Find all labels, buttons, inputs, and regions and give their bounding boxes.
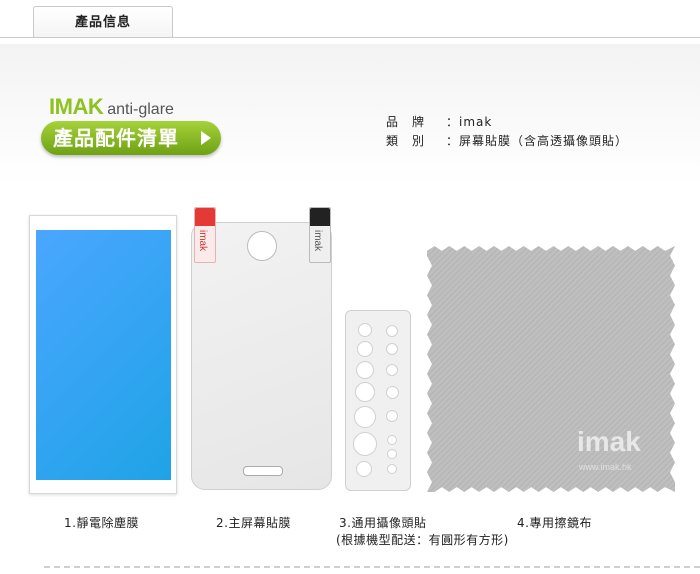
lens-sticker — [386, 364, 398, 376]
lens-sticker — [386, 410, 398, 422]
tab-red-badge — [195, 208, 215, 226]
home-button-cutout — [243, 466, 283, 476]
lens-sticker — [356, 361, 374, 379]
caption-item-3: 3.通用攝像頭貼 — [339, 516, 427, 530]
brand-tagline: anti-glare — [107, 101, 174, 118]
caption-item-3-note: (根據機型配送：有圓形有方形) — [336, 533, 509, 547]
caption-item-2: 2.主屏幕貼膜 — [216, 516, 291, 530]
info-category-row: 類 別 ：屏幕貼膜（含高透攝像頭貼） — [386, 132, 628, 149]
lens-sticker — [358, 323, 372, 337]
cloth-logo-text: imak — [577, 426, 641, 457]
protector-tab-left: imak — [194, 207, 216, 263]
banner-title: 產品配件清單 — [53, 126, 179, 150]
tab-left-logo-text: imak — [197, 230, 208, 252]
caption-item-1: 1.靜電除塵膜 — [64, 516, 139, 530]
dust-removal-film-image — [29, 215, 177, 494]
cleaning-cloth-image: imak www.imak.hk — [427, 246, 675, 492]
lens-sticker — [356, 461, 372, 477]
cloth-url-text: www.imak.hk — [579, 462, 632, 472]
caption-item-4: 4.專用擦鏡布 — [517, 516, 592, 530]
lens-sticker — [387, 464, 397, 474]
lens-sticker — [387, 435, 397, 445]
front-camera-cutout — [247, 231, 277, 261]
tab-product-info[interactable]: 產品信息 — [33, 6, 173, 38]
info-category-value: ：屏幕貼膜（含高透攝像頭貼） — [446, 134, 629, 148]
tab-right-logo-text: imak — [312, 230, 323, 252]
lens-sticker — [386, 325, 398, 337]
brand-logo-text: IMAK — [49, 94, 104, 119]
tab-black-badge — [310, 208, 330, 226]
info-brand-row: 品 牌 ：imak — [386, 113, 492, 130]
lens-sticker — [387, 449, 397, 459]
protector-tab-right: imak — [309, 207, 331, 263]
info-brand-value: ：imak — [446, 115, 493, 129]
bottom-divider — [44, 566, 700, 568]
tab-divider — [0, 37, 700, 38]
lens-sticker — [353, 432, 377, 456]
brand-heading: IMAK anti-glare — [49, 94, 174, 120]
blue-film-sheet — [36, 230, 171, 480]
lens-sticker — [354, 406, 376, 428]
info-brand-label: 品 牌 — [386, 115, 426, 129]
info-category-label: 類 別 — [386, 134, 426, 148]
lens-sticker — [386, 343, 398, 355]
lens-sticker — [357, 341, 373, 357]
camera-lens-sticker-image — [345, 310, 411, 491]
arrow-right-icon — [201, 131, 211, 145]
lens-sticker — [386, 386, 399, 399]
top-tab-bar: 產品信息 — [0, 0, 700, 44]
lens-sticker — [355, 382, 375, 402]
accessory-list-banner: 產品配件清單 — [41, 121, 221, 155]
